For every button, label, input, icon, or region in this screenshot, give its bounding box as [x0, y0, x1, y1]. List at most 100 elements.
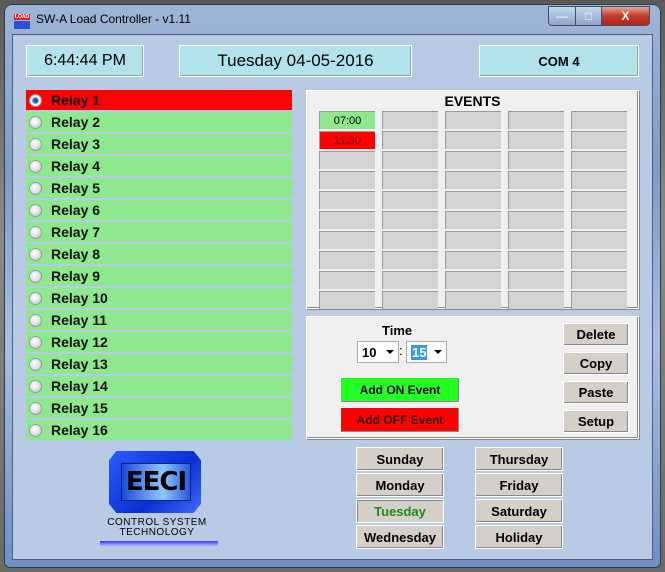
event-slot[interactable]	[508, 291, 564, 309]
event-slot[interactable]	[508, 271, 564, 289]
relay-row[interactable]: Relay 10	[26, 288, 292, 308]
day-button-thursday[interactable]: Thursday	[475, 447, 563, 471]
relay-radio[interactable]	[29, 115, 42, 129]
relay-radio[interactable]	[29, 269, 42, 283]
relay-radio[interactable]	[29, 313, 42, 327]
day-button-friday[interactable]: Friday	[475, 473, 563, 497]
add-on-event-button[interactable]: Add ON Event	[340, 377, 460, 403]
relay-row[interactable]: Relay 2	[26, 112, 292, 132]
event-slot[interactable]	[571, 271, 627, 289]
relay-row[interactable]: Relay 14	[26, 376, 292, 396]
relay-row[interactable]: Relay 9	[26, 266, 292, 286]
event-slot[interactable]	[571, 211, 627, 229]
relay-radio[interactable]	[29, 159, 42, 173]
event-slot[interactable]	[382, 231, 438, 249]
event-slot[interactable]	[319, 191, 375, 209]
relay-radio[interactable]	[29, 137, 42, 151]
event-slot[interactable]	[319, 151, 375, 169]
relay-radio[interactable]	[29, 401, 42, 415]
event-slot[interactable]	[508, 171, 564, 189]
relay-radio[interactable]	[29, 181, 42, 195]
event-slot[interactable]	[508, 131, 564, 149]
relay-radio[interactable]	[29, 357, 42, 371]
relay-row[interactable]: Relay 1	[26, 90, 292, 110]
event-slot[interactable]	[445, 251, 501, 269]
event-slot[interactable]	[319, 211, 375, 229]
day-button-saturday[interactable]: Saturday	[475, 499, 563, 523]
event-slot[interactable]	[508, 251, 564, 269]
event-slot[interactable]	[382, 291, 438, 309]
event-slot[interactable]	[445, 191, 501, 209]
event-slot[interactable]	[382, 151, 438, 169]
event-slot[interactable]	[571, 251, 627, 269]
relay-row[interactable]: Relay 11	[26, 310, 292, 330]
event-slot[interactable]	[319, 291, 375, 309]
relay-row[interactable]: Relay 7	[26, 222, 292, 242]
paste-button[interactable]: Paste	[563, 381, 629, 404]
relay-row[interactable]: Relay 5	[26, 178, 292, 198]
day-button-wednesday[interactable]: Wednesday	[356, 525, 444, 549]
event-slot[interactable]	[382, 191, 438, 209]
maximize-button[interactable]: □	[575, 6, 602, 26]
relay-radio[interactable]	[29, 291, 42, 305]
minute-select[interactable]: 15	[406, 341, 447, 363]
event-slot[interactable]	[508, 231, 564, 249]
event-slot[interactable]	[571, 191, 627, 209]
relay-row[interactable]: Relay 16	[26, 420, 292, 440]
event-slot[interactable]	[382, 171, 438, 189]
event-slot[interactable]	[319, 231, 375, 249]
com-port-display[interactable]: COM 4	[479, 45, 639, 77]
event-slot[interactable]	[571, 111, 627, 129]
event-slot[interactable]	[508, 191, 564, 209]
close-button[interactable]: X	[601, 6, 650, 26]
event-slot[interactable]	[445, 131, 501, 149]
relay-radio[interactable]	[29, 335, 42, 349]
relay-row[interactable]: Relay 12	[26, 332, 292, 352]
day-button-monday[interactable]: Monday	[356, 473, 444, 497]
event-slot[interactable]	[445, 171, 501, 189]
event-slot[interactable]	[445, 271, 501, 289]
hour-select[interactable]: 10	[357, 341, 399, 363]
relay-radio[interactable]	[29, 225, 42, 239]
event-on[interactable]: 07:00	[319, 111, 375, 129]
copy-button[interactable]: Copy	[563, 352, 629, 375]
relay-row[interactable]: Relay 15	[26, 398, 292, 418]
event-slot[interactable]	[508, 111, 564, 129]
event-slot[interactable]	[571, 131, 627, 149]
minimize-button[interactable]: —	[548, 6, 576, 26]
relay-radio[interactable]	[29, 379, 42, 393]
relay-radio[interactable]	[29, 93, 42, 107]
event-slot[interactable]	[319, 171, 375, 189]
event-slot[interactable]	[571, 291, 627, 309]
event-slot[interactable]	[571, 151, 627, 169]
event-slot[interactable]	[382, 211, 438, 229]
day-button-tuesday[interactable]: Tuesday	[356, 499, 444, 523]
event-off[interactable]: 11:30	[319, 131, 375, 149]
event-slot[interactable]	[445, 151, 501, 169]
event-slot[interactable]	[445, 211, 501, 229]
event-slot[interactable]	[445, 111, 501, 129]
event-slot[interactable]	[571, 171, 627, 189]
event-slot[interactable]	[508, 211, 564, 229]
setup-button[interactable]: Setup	[563, 410, 629, 433]
relay-radio[interactable]	[29, 247, 42, 261]
event-slot[interactable]	[445, 291, 501, 309]
day-button-holiday[interactable]: Holiday	[475, 525, 563, 549]
event-slot[interactable]	[382, 251, 438, 269]
day-button-sunday[interactable]: Sunday	[356, 447, 444, 471]
relay-radio[interactable]	[29, 203, 42, 217]
event-slot[interactable]	[382, 111, 438, 129]
relay-row[interactable]: Relay 4	[26, 156, 292, 176]
event-slot[interactable]	[382, 131, 438, 149]
relay-row[interactable]: Relay 6	[26, 200, 292, 220]
add-off-event-button[interactable]: Add OFF Event	[340, 407, 460, 433]
relay-row[interactable]: Relay 8	[26, 244, 292, 264]
event-slot[interactable]	[319, 251, 375, 269]
relay-radio[interactable]	[29, 423, 42, 437]
event-slot[interactable]	[382, 271, 438, 289]
delete-button[interactable]: Delete	[563, 323, 629, 346]
event-slot[interactable]	[508, 151, 564, 169]
relay-row[interactable]: Relay 13	[26, 354, 292, 374]
event-slot[interactable]	[571, 231, 627, 249]
relay-row[interactable]: Relay 3	[26, 134, 292, 154]
